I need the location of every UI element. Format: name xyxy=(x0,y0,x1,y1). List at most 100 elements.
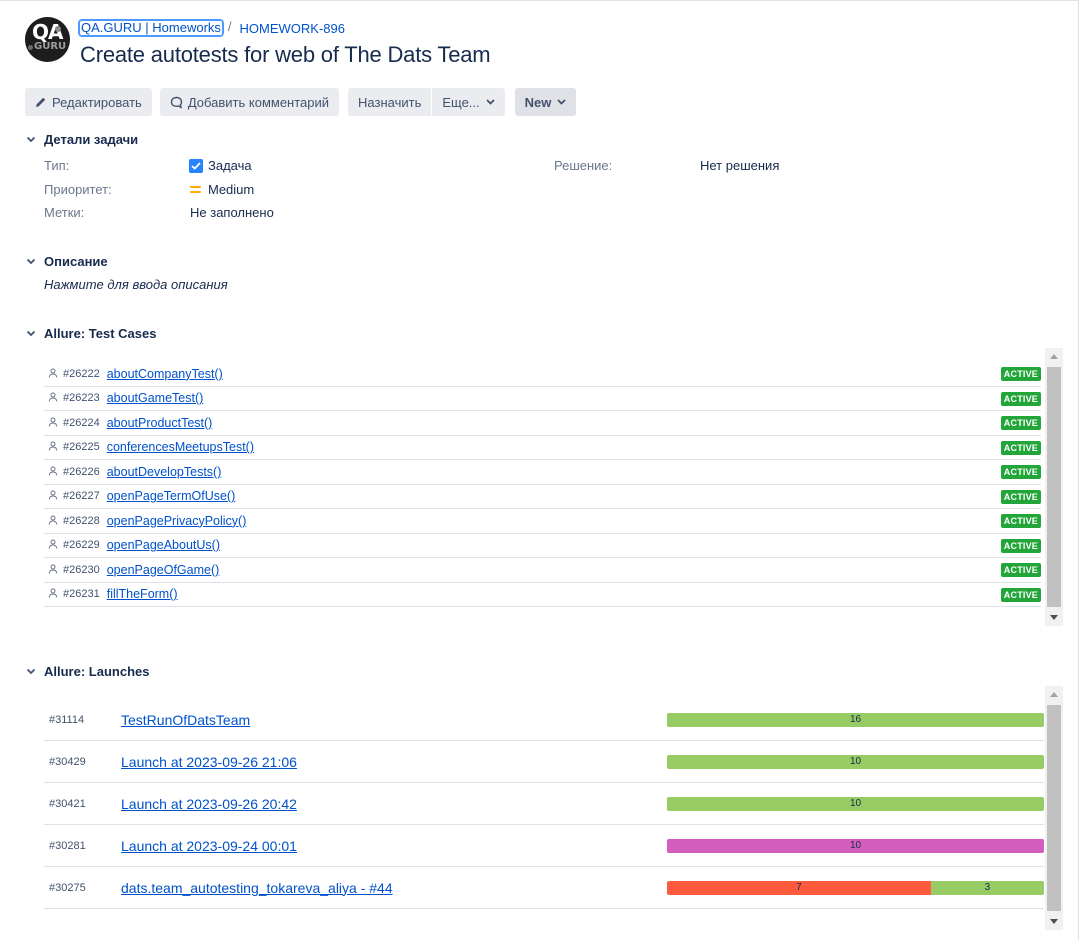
launch-id: #30429 xyxy=(49,755,86,768)
scroll-down-icon[interactable] xyxy=(1045,609,1063,626)
status-badge: ACTIVE xyxy=(1000,391,1041,406)
resolution-value: Нет решения xyxy=(700,158,780,173)
launch-bar-segment: 10 xyxy=(667,839,1044,853)
launches-heading: Allure: Launches xyxy=(44,664,150,679)
manual-test-icon xyxy=(48,515,60,527)
launch-id: #31114 xyxy=(49,713,85,726)
test-cases-heading: Allure: Test Cases xyxy=(44,326,157,341)
chevron-down-icon xyxy=(486,99,495,105)
test-case-row: #26229 openPageAboutUs() ACTIVE xyxy=(44,534,1041,558)
description-section-header[interactable]: Описание xyxy=(25,254,108,269)
type-value-text: Задача xyxy=(208,158,252,173)
scroll-up-icon[interactable] xyxy=(1045,686,1063,703)
launch-result-bar[interactable]: 16 xyxy=(667,713,1044,727)
test-case-id: #26229 xyxy=(63,539,100,552)
type-value: Задача xyxy=(189,158,252,173)
labels-value[interactable]: Не заполнено xyxy=(190,205,274,220)
resolution-label: Решение: xyxy=(554,158,613,173)
launch-row: #30421 Launch at 2023-09-26 20:42 10 xyxy=(44,783,1044,825)
details-section-header[interactable]: Детали задачи xyxy=(25,132,138,147)
description-field[interactable]: Нажмите для ввода описания xyxy=(44,277,228,292)
chevron-down-icon[interactable] xyxy=(25,134,37,146)
launch-link[interactable]: dats.team_autotesting_tokareva_aliya - #… xyxy=(121,880,393,896)
launches-section-header[interactable]: Allure: Launches xyxy=(25,664,149,679)
more-actions-label: Еще... xyxy=(442,94,480,110)
priority-medium-icon xyxy=(190,185,201,195)
breadcrumb: QA.GURU | Homeworks / HOMEWORK-896 xyxy=(79,19,345,37)
status-badge: ACTIVE xyxy=(1000,367,1041,381)
chevron-down-icon xyxy=(557,99,567,105)
task-icon xyxy=(189,158,203,173)
test-case-link[interactable]: openPageTermOfUse() xyxy=(107,489,236,503)
status-dropdown[interactable]: New xyxy=(514,88,577,116)
manual-test-icon xyxy=(48,564,60,576)
test-case-id: #26226 xyxy=(63,465,100,478)
launch-row: #31114 TestRunOfDatsTeam 16 xyxy=(44,699,1044,741)
launch-bar-segment: 10 xyxy=(667,797,1044,811)
test-case-link[interactable]: conferencesMeetupsTest() xyxy=(107,440,254,454)
launch-result-bar[interactable]: 10 xyxy=(667,797,1044,811)
test-case-id: #26222 xyxy=(63,367,100,380)
comment-icon xyxy=(170,96,183,109)
test-case-link[interactable]: aboutDevelopTests() xyxy=(107,465,222,479)
manual-test-icon xyxy=(48,588,60,600)
project-avatar[interactable]: QA GURU xyxy=(25,17,70,62)
launch-bar-segment: 7 xyxy=(667,881,931,895)
chevron-down-icon[interactable] xyxy=(25,666,37,678)
test-case-link[interactable]: aboutCompanyTest() xyxy=(107,367,223,381)
manual-test-icon xyxy=(48,490,60,502)
launch-link[interactable]: Launch at 2023-09-26 21:06 xyxy=(121,754,297,770)
priority-label: Приоритет: xyxy=(44,182,112,197)
edit-button[interactable]: Редактировать xyxy=(25,88,152,116)
breadcrumb-project-link[interactable]: QA.GURU | Homeworks xyxy=(79,20,223,36)
scroll-thumb[interactable] xyxy=(1047,367,1061,607)
test-case-link[interactable]: aboutGameTest() xyxy=(107,391,204,405)
test-case-link[interactable]: openPagePrivacyPolicy() xyxy=(107,514,247,528)
scroll-thumb[interactable] xyxy=(1047,705,1061,911)
manual-test-icon xyxy=(48,539,60,551)
description-heading: Описание xyxy=(44,254,108,269)
test-case-id: #26230 xyxy=(63,563,100,576)
test-cases-section-header[interactable]: Allure: Test Cases xyxy=(25,326,156,341)
status-badge: ACTIVE xyxy=(1000,563,1041,577)
launch-id: #30275 xyxy=(49,881,86,894)
launch-bar-segment: 3 xyxy=(930,881,1044,895)
launch-result-bar[interactable]: 10 xyxy=(667,839,1044,853)
test-case-link[interactable]: openPageOfGame() xyxy=(107,563,220,577)
scroll-up-icon[interactable] xyxy=(1045,348,1063,365)
launch-result-bar[interactable]: 10 xyxy=(667,755,1044,769)
chevron-down-icon[interactable] xyxy=(25,328,37,340)
priority-value-text: Medium xyxy=(208,182,255,197)
manual-test-icon xyxy=(48,368,60,380)
launch-row: #30275 dats.team_autotesting_tokareva_ali… xyxy=(44,867,1044,909)
test-case-row: #26228 openPagePrivacyPolicy() ACTIVE xyxy=(44,509,1041,534)
breadcrumb-issue-key-link[interactable]: HOMEWORK-896 xyxy=(240,21,345,36)
type-label: Тип: xyxy=(44,158,70,173)
launches-scrollbar[interactable] xyxy=(1045,686,1063,930)
launch-result-bar[interactable]: 73 xyxy=(667,881,1044,895)
test-cases-scrollbar[interactable] xyxy=(1045,348,1063,626)
scroll-down-icon[interactable] xyxy=(1045,913,1063,930)
test-case-row: #26224 aboutProductTest() ACTIVE xyxy=(44,411,1041,436)
test-case-id: #26228 xyxy=(63,514,100,527)
launch-bar-segment: 16 xyxy=(667,713,1044,727)
launch-row: #30429 Launch at 2023-09-26 21:06 10 xyxy=(44,741,1044,783)
test-case-id: #26227 xyxy=(63,490,100,503)
pencil-icon xyxy=(35,96,47,108)
test-case-link[interactable]: openPageAboutUs() xyxy=(107,538,220,552)
test-case-link[interactable]: aboutProductTest() xyxy=(107,416,213,430)
test-case-link[interactable]: fillTheForm() xyxy=(107,587,178,601)
launch-link[interactable]: TestRunOfDatsTeam xyxy=(121,712,250,728)
status-badge: ACTIVE xyxy=(1000,465,1041,479)
test-case-id: #26224 xyxy=(63,416,100,429)
launch-row: #30281 Launch at 2023-09-24 00:01 10 xyxy=(44,825,1044,867)
assign-button[interactable]: Назначить xyxy=(348,88,432,116)
launch-link[interactable]: Launch at 2023-09-26 20:42 xyxy=(121,796,297,812)
launch-link[interactable]: Launch at 2023-09-24 00:01 xyxy=(121,838,297,854)
add-comment-button[interactable]: Добавить комментарий xyxy=(159,88,340,116)
page-title[interactable]: Create autotests for web of The Dats Tea… xyxy=(80,42,491,68)
breadcrumb-separator: / xyxy=(227,18,232,34)
status-badge: ACTIVE xyxy=(1000,440,1041,455)
more-actions-dropdown[interactable]: Еще... xyxy=(432,88,505,116)
chevron-down-icon[interactable] xyxy=(25,256,37,268)
